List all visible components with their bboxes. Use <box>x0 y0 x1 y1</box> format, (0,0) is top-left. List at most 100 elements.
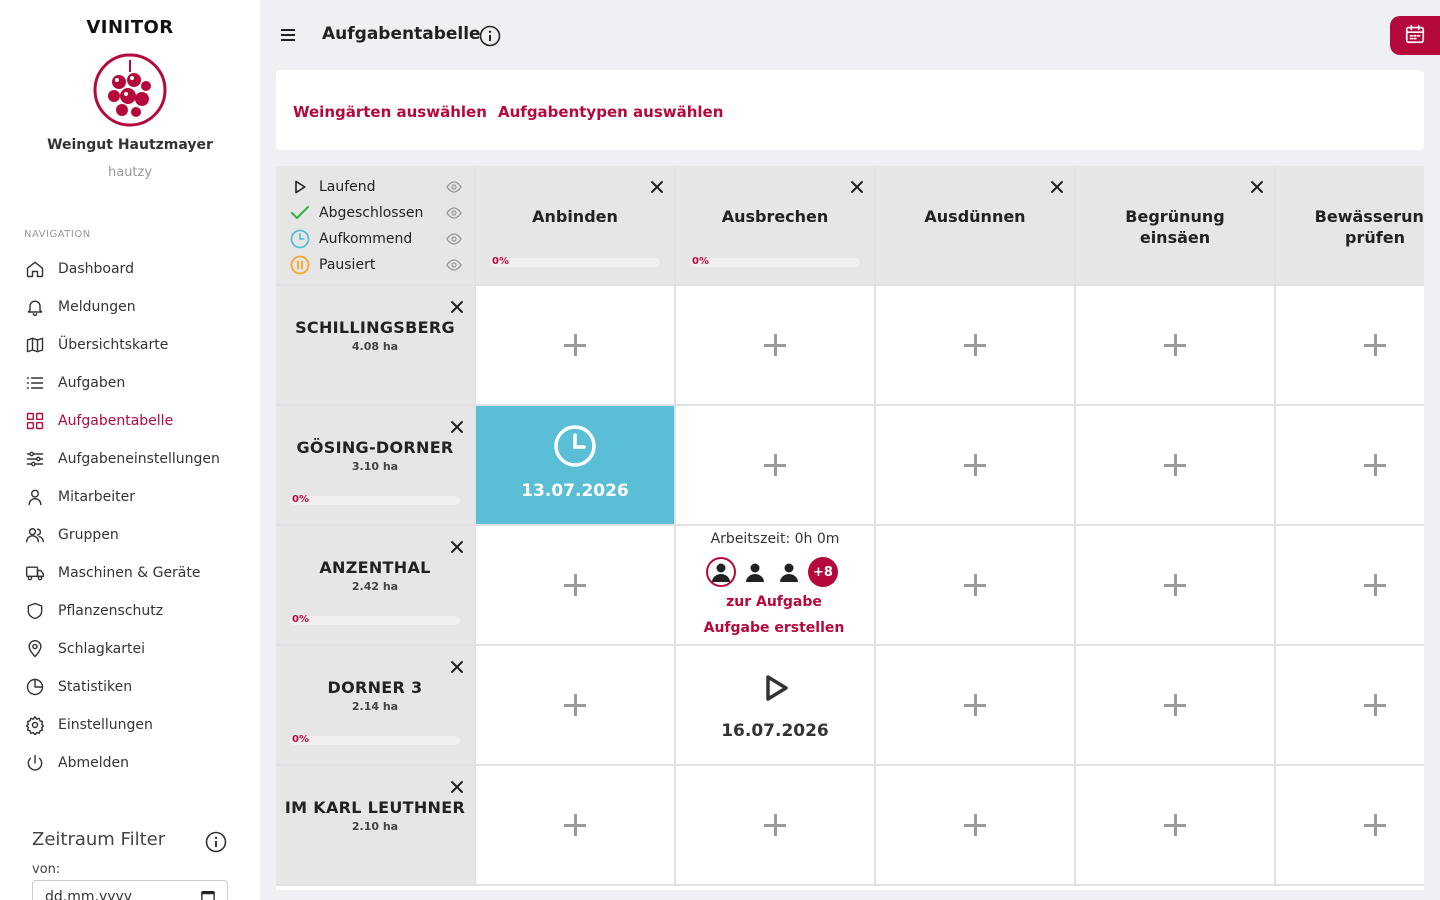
add-task-icon[interactable] <box>1364 454 1386 476</box>
close-icon[interactable] <box>450 299 464 313</box>
nav-item-maschinen[interactable]: Maschinen & Geräte <box>0 554 260 592</box>
eye-icon[interactable] <box>446 179 462 195</box>
add-task-icon[interactable] <box>564 814 586 836</box>
nav-item-meldungen[interactable]: Meldungen <box>0 288 260 326</box>
add-task-icon[interactable] <box>964 334 986 356</box>
close-icon[interactable] <box>1250 179 1264 193</box>
table-cell <box>676 286 876 406</box>
close-icon[interactable] <box>1050 179 1064 193</box>
gear-icon <box>24 714 46 736</box>
table-cell <box>676 766 876 886</box>
work-time: Arbeitszeit: 0h 0m <box>710 531 840 547</box>
add-task-icon[interactable] <box>1164 574 1186 596</box>
map-icon <box>24 334 46 356</box>
nav-item-einstellungen[interactable]: Einstellungen <box>0 706 260 744</box>
create-task-link[interactable]: Aufgabe erstellen <box>676 620 872 636</box>
task-card-running[interactable]: 16.07.2026 <box>676 646 876 766</box>
close-icon[interactable] <box>450 539 464 553</box>
close-icon[interactable] <box>450 419 464 433</box>
avatar[interactable] <box>740 557 770 587</box>
nav-item-statistiken[interactable]: Statistiken <box>0 668 260 706</box>
nav-item-aufgabentabelle[interactable]: Aufgabentabelle <box>0 402 260 440</box>
sliders-icon <box>24 448 46 470</box>
info-icon[interactable] <box>479 25 501 47</box>
clock-icon <box>290 229 310 249</box>
add-task-icon[interactable] <box>1164 814 1186 836</box>
progress-label: 0% <box>492 256 509 267</box>
vineyard-name: SCHILLINGSBERG <box>295 318 455 337</box>
add-task-icon[interactable] <box>1164 694 1186 716</box>
bell-icon <box>24 296 46 318</box>
eye-icon[interactable] <box>446 257 462 273</box>
select-task-types-link[interactable]: Aufgabentypen auswählen <box>498 103 723 121</box>
status-legend: Laufend Abgeschlossen Aufkommend Pausier… <box>276 166 476 286</box>
add-task-icon[interactable] <box>1364 694 1386 716</box>
nav-item-aufgabeneinstellungen[interactable]: Aufgabeneinstellungen <box>0 440 260 478</box>
avatar[interactable] <box>774 557 804 587</box>
navigation-menu: Dashboard Meldungen Übersichtskarte Aufg… <box>0 250 260 782</box>
organization-name: Weingut Hautzmayer <box>47 137 213 153</box>
legend-label: Pausiert <box>319 257 376 273</box>
vineyard-name: ANZENTHAL <box>319 558 431 577</box>
close-icon[interactable] <box>450 659 464 673</box>
add-task-icon[interactable] <box>964 574 986 596</box>
nav-item-schlagkartei[interactable]: Schlagkartei <box>0 630 260 668</box>
power-icon <box>24 752 46 774</box>
table-cell <box>1276 766 1424 886</box>
add-task-icon[interactable] <box>1164 334 1186 356</box>
add-task-icon[interactable] <box>764 454 786 476</box>
progress-label: 0% <box>292 494 309 505</box>
close-icon[interactable] <box>650 179 664 193</box>
nav-item-label: Dashboard <box>58 261 134 277</box>
column-name: Begrünung einsäen <box>1125 207 1225 247</box>
nav-item-uebersichtskarte[interactable]: Übersichtskarte <box>0 326 260 364</box>
nav-item-dashboard[interactable]: Dashboard <box>0 250 260 288</box>
nav-item-mitarbeiter[interactable]: Mitarbeiter <box>0 478 260 516</box>
avatar[interactable] <box>706 557 736 587</box>
nav-item-label: Statistiken <box>58 679 133 695</box>
open-task-link[interactable]: zur Aufgabe <box>676 594 872 610</box>
add-task-icon[interactable] <box>764 814 786 836</box>
from-date-input[interactable]: dd.mm.yyyy <box>32 880 228 900</box>
table-cell <box>1076 646 1276 766</box>
table-cell <box>876 526 1076 646</box>
nav-item-gruppen[interactable]: Gruppen <box>0 516 260 554</box>
close-icon[interactable] <box>850 179 864 193</box>
add-task-icon[interactable] <box>964 814 986 836</box>
table-cell <box>876 406 1076 526</box>
legend-label: Laufend <box>319 179 376 195</box>
add-task-icon[interactable] <box>1364 574 1386 596</box>
menu-toggle-icon[interactable] <box>281 26 299 44</box>
eye-icon[interactable] <box>446 205 462 221</box>
task-table: Laufend Abgeschlossen Aufkommend Pausier… <box>276 166 1424 890</box>
task-card-upcoming[interactable]: 13.07.2026 <box>476 406 676 526</box>
select-vineyards-link[interactable]: Weingärten auswählen <box>293 103 487 121</box>
nav-item-abmelden[interactable]: Abmelden <box>0 744 260 782</box>
nav-item-pflanzenschutz[interactable]: Pflanzenschutz <box>0 592 260 630</box>
add-task-icon[interactable] <box>964 454 986 476</box>
row-header-goesing-dorner: GÖSING-DORNER 3.10 ha 0% <box>276 406 476 526</box>
assignee-avatars: +8 <box>706 557 838 587</box>
column-header-bewaesserung: Bewässerung prüfen <box>1276 166 1424 286</box>
add-task-icon[interactable] <box>564 334 586 356</box>
brand-title: VINITOR <box>86 17 174 38</box>
column-header-ausduennen: Ausdünnen <box>876 166 1076 286</box>
add-task-icon[interactable] <box>1164 454 1186 476</box>
info-icon[interactable] <box>205 831 227 853</box>
eye-icon[interactable] <box>446 231 462 247</box>
add-task-icon[interactable] <box>564 694 586 716</box>
close-icon[interactable] <box>450 779 464 793</box>
add-task-icon[interactable] <box>1364 334 1386 356</box>
users-icon <box>24 524 46 546</box>
add-task-icon[interactable] <box>764 334 786 356</box>
add-task-icon[interactable] <box>1364 814 1386 836</box>
add-task-icon[interactable] <box>964 694 986 716</box>
nav-item-aufgaben[interactable]: Aufgaben <box>0 364 260 402</box>
legend-label: Aufkommend <box>319 231 413 247</box>
progress-bar <box>290 496 460 505</box>
user-icon <box>24 486 46 508</box>
more-assignees-badge[interactable]: +8 <box>808 557 838 587</box>
page-title: Aufgabentabelle <box>322 24 481 44</box>
add-task-icon[interactable] <box>564 574 586 596</box>
calendar-button[interactable] <box>1390 16 1440 55</box>
